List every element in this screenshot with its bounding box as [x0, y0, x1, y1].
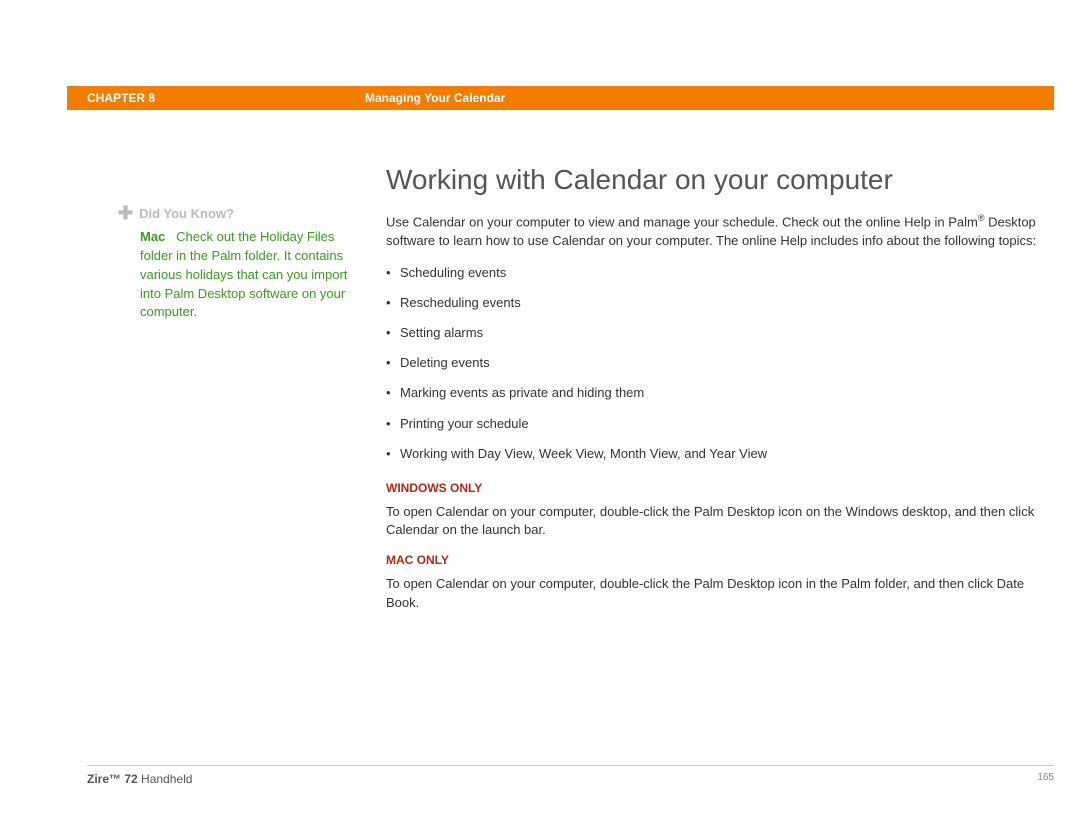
list-item: Setting alarms	[400, 324, 1040, 342]
main-content: Working with Calendar on your computer U…	[386, 164, 1040, 626]
list-item: Printing your schedule	[400, 415, 1040, 433]
dyk-body: Mac Check out the Holiday Files folder i…	[118, 228, 348, 322]
dyk-mac-label: Mac	[140, 229, 165, 244]
dyk-title: Did You Know?	[139, 206, 234, 221]
page-number: 165	[1037, 772, 1054, 786]
page-footer: Zire™ 72 Handheld 165	[87, 765, 1054, 786]
mac-only-heading: MAC ONLY	[386, 553, 1040, 567]
product-rest: Handheld	[138, 772, 193, 786]
topic-list: Scheduling events Rescheduling events Se…	[386, 264, 1040, 463]
dyk-header: ✚ Did You Know?	[118, 204, 348, 222]
list-item: Working with Day View, Week View, Month …	[400, 445, 1040, 463]
list-item: Scheduling events	[400, 264, 1040, 282]
mac-only-body: To open Calendar on your computer, doubl…	[386, 575, 1040, 611]
intro-paragraph: Use Calendar on your computer to view an…	[386, 212, 1040, 250]
list-item: Rescheduling events	[400, 294, 1040, 312]
list-item: Marking events as private and hiding the…	[400, 384, 1040, 402]
windows-only-heading: WINDOWS ONLY	[386, 481, 1040, 495]
sidebar-did-you-know: ✚ Did You Know? Mac Check out the Holida…	[118, 204, 348, 322]
page-title: Working with Calendar on your computer	[386, 164, 1040, 196]
windows-only-body: To open Calendar on your computer, doubl…	[386, 503, 1040, 539]
product-bold: Zire™ 72	[87, 772, 138, 786]
plus-icon: ✚	[118, 204, 133, 222]
intro-a: Use Calendar on your computer to view an…	[386, 214, 978, 229]
list-item: Deleting events	[400, 354, 1040, 372]
chapter-header-bar: CHAPTER 8 Managing Your Calendar	[67, 86, 1054, 110]
chapter-label: CHAPTER 8	[67, 91, 365, 105]
product-name: Zire™ 72 Handheld	[87, 772, 192, 786]
chapter-topic: Managing Your Calendar	[365, 91, 505, 105]
dyk-text: Check out the Holiday Files folder in th…	[140, 229, 347, 319]
